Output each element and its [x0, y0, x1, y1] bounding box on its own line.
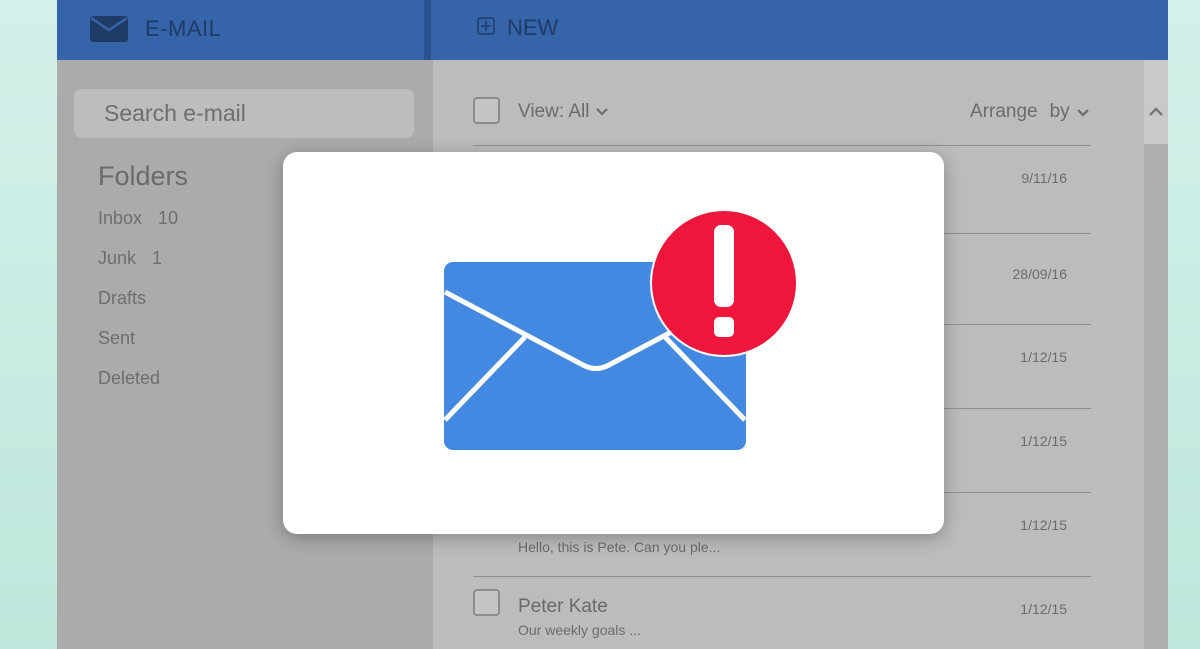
folder-count: 10	[158, 208, 179, 228]
folder-label: Inbox	[98, 208, 143, 228]
background-left	[0, 0, 57, 649]
mail-icon	[89, 15, 129, 43]
message-row[interactable]: 1/12/15 Peter Kate Our weekly goals ...	[473, 576, 1091, 649]
search-input[interactable]	[74, 99, 406, 128]
folders-heading: Folders	[98, 161, 189, 191]
folder-item-sent[interactable]: Sent	[98, 328, 178, 368]
new-button-label: NEW	[507, 15, 559, 40]
message-preview: Hello, this is Pete. Can you ple...	[518, 539, 721, 555]
top-bar: E-MAIL NEW	[57, 0, 1168, 60]
view-filter-label: View: All	[518, 101, 590, 122]
folder-label: Deleted	[98, 368, 161, 388]
background-right	[1168, 0, 1200, 649]
folder-item-inbox[interactable]: Inbox 10	[98, 208, 178, 248]
message-sender: Peter Kate	[518, 596, 608, 617]
envelope-alert-icon	[443, 209, 798, 450]
arrange-label-word: Arrange	[970, 101, 1038, 122]
scroll-up-icon[interactable]	[1148, 104, 1164, 120]
message-date: 1/12/15	[1020, 349, 1067, 365]
folder-item-junk[interactable]: Junk 1	[98, 248, 178, 288]
message-date: 9/11/16	[1021, 170, 1067, 186]
message-date: 1/12/15	[1020, 433, 1067, 449]
folder-item-drafts[interactable]: Drafts	[98, 288, 178, 328]
chevron-down-icon	[595, 101, 609, 123]
search-box[interactable]	[74, 89, 414, 138]
arrange-label-word: by	[1049, 101, 1070, 122]
chevron-down-icon	[1076, 101, 1090, 123]
select-all-checkbox[interactable]	[473, 97, 500, 124]
scroll-thumb[interactable]	[1144, 144, 1168, 649]
folder-label: Junk	[98, 248, 137, 268]
scrollbar[interactable]	[1144, 60, 1168, 649]
message-date: 1/12/15	[1020, 601, 1067, 617]
plus-square-icon	[477, 16, 495, 40]
folder-count: 1	[152, 248, 163, 268]
new-mail-alert-dialog	[283, 152, 944, 534]
message-date: 28/09/16	[1012, 266, 1068, 282]
folder-label: Drafts	[98, 288, 147, 308]
folder-list: Inbox 10 Junk 1 Drafts Sent Deleted	[98, 208, 178, 408]
message-checkbox[interactable]	[473, 589, 500, 616]
app-title: E-MAIL	[145, 16, 222, 41]
header-divider	[424, 0, 431, 60]
new-message-button[interactable]: NEW	[477, 15, 558, 41]
app-brand: E-MAIL	[89, 15, 221, 43]
message-preview: Our weekly goals ...	[518, 622, 641, 638]
folder-label: Sent	[98, 328, 136, 348]
folder-item-deleted[interactable]: Deleted	[98, 368, 178, 408]
arrange-by-dropdown[interactable]: Arrange by	[970, 101, 1090, 123]
view-filter-dropdown[interactable]: View: All	[518, 101, 609, 123]
message-date: 1/12/15	[1020, 517, 1067, 533]
